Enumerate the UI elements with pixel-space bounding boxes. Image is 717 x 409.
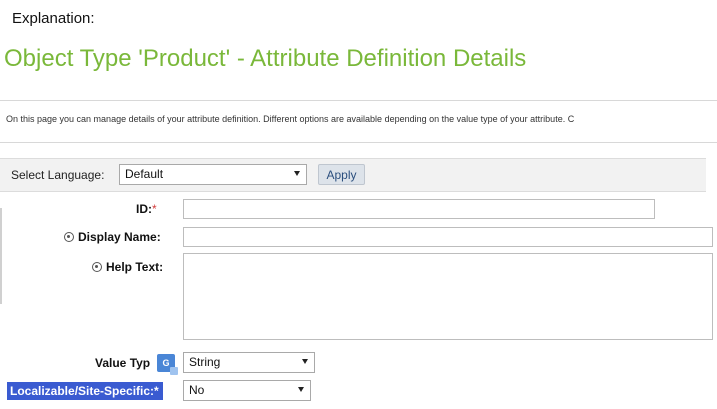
value-type-select[interactable]: String	[183, 352, 315, 373]
value-type-label: Value Typ	[95, 356, 151, 370]
display-name-label-text: Display Name:	[78, 230, 161, 244]
divider	[0, 142, 717, 143]
help-text-label: Help Text:	[92, 260, 163, 274]
language-bar: Select Language: Default Apply	[0, 158, 706, 192]
help-text-textarea[interactable]	[183, 253, 713, 340]
value-type-select-value: String	[189, 355, 221, 369]
chevron-down-icon	[294, 171, 300, 176]
id-input[interactable]	[183, 199, 655, 219]
localizable-select[interactable]: No	[183, 380, 311, 401]
help-text-label-text: Help Text:	[106, 260, 164, 274]
language-select[interactable]: Default	[119, 164, 307, 185]
apply-button[interactable]: Apply	[318, 164, 365, 185]
divider	[0, 100, 717, 101]
id-label: ID:*	[136, 202, 157, 216]
intro-text: On this page you can manage details of y…	[6, 114, 575, 124]
language-select-value: Default	[125, 167, 164, 181]
page-title: Object Type 'Product' - Attribute Defini…	[4, 45, 527, 72]
localizable-label: Localizable/Site-Specific:*	[7, 382, 163, 400]
left-rule	[0, 208, 2, 304]
translate-icon[interactable]: G	[157, 354, 178, 375]
required-marker: *	[152, 202, 157, 216]
chevron-down-icon	[302, 359, 308, 364]
display-name-input[interactable]	[183, 227, 713, 247]
display-name-label: Display Name:	[64, 230, 161, 244]
select-language-label: Select Language:	[11, 168, 105, 182]
globe-icon	[64, 232, 74, 242]
globe-icon	[92, 262, 102, 272]
localizable-select-value: No	[189, 383, 205, 397]
id-label-text: ID:	[136, 202, 152, 216]
page-root: Explanation: Object Type 'Product' - Att…	[0, 0, 717, 409]
explanation-label: Explanation:	[12, 10, 95, 27]
chevron-down-icon	[298, 387, 304, 392]
